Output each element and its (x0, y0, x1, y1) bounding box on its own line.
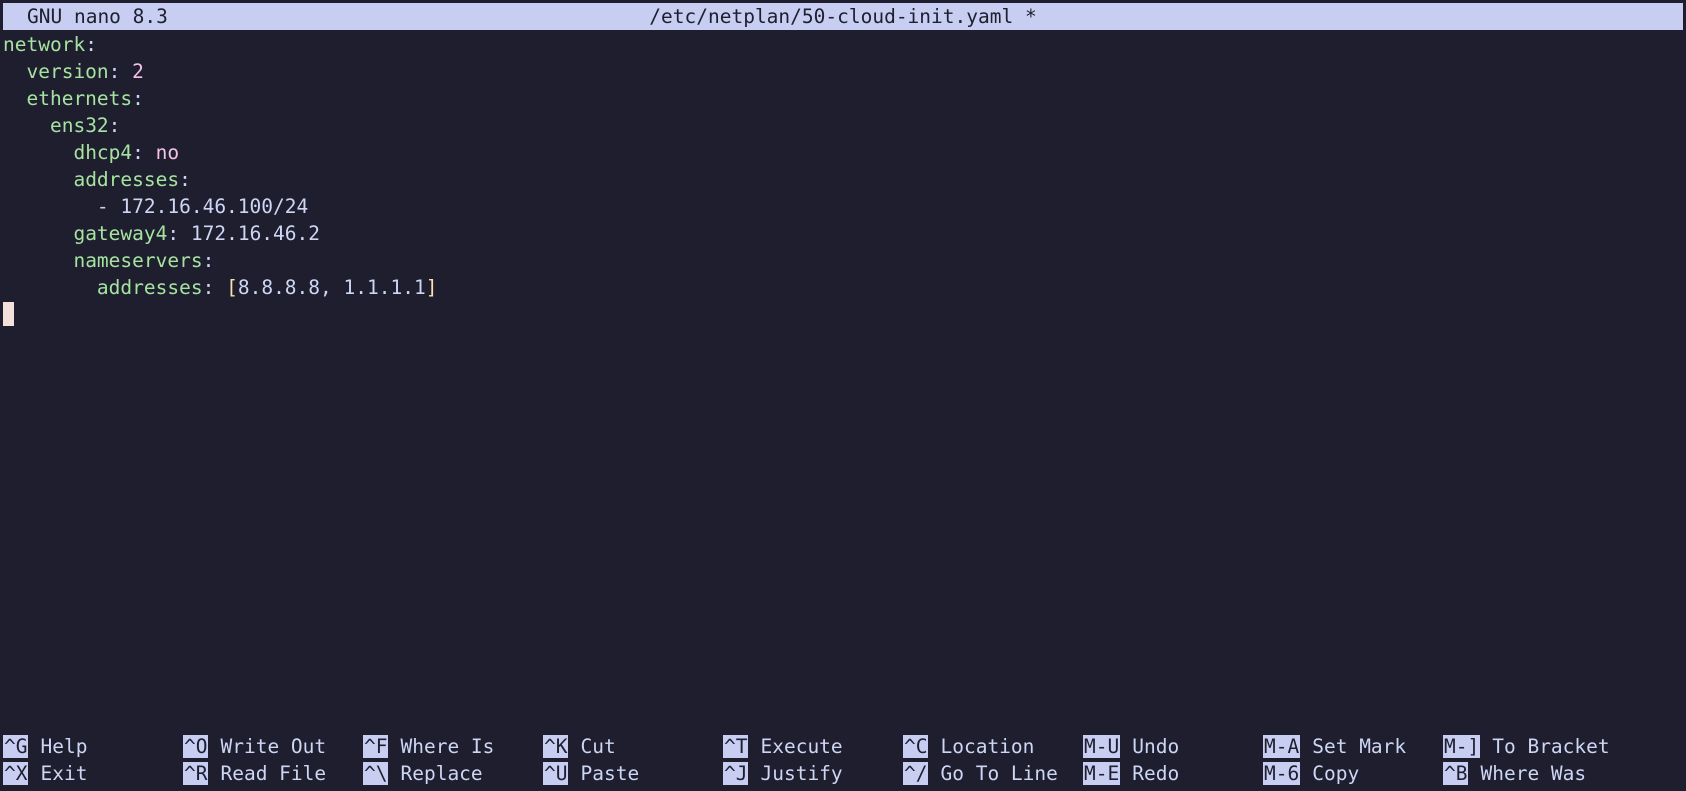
editor-line[interactable]: gateway4: 172.16.46.2 (3, 220, 1683, 247)
shortcut-key: ^X (3, 762, 29, 785)
shortcut-where-is[interactable]: ^F Where Is (363, 733, 494, 760)
yaml-list-item: - 172.16.46.100/24 (96, 195, 309, 218)
shortcut-set-mark[interactable]: M-A Set Mark (1263, 733, 1406, 760)
shortcut-label: Write Out (220, 735, 327, 758)
shortcut-exit[interactable]: ^X Exit (3, 760, 87, 787)
editor-line[interactable]: addresses: (3, 166, 1683, 193)
shortcut-execute[interactable]: ^T Execute (723, 733, 843, 760)
editor-area[interactable]: network: version: 2 ethernets: ens32: dh… (3, 31, 1683, 328)
editor-line[interactable]: network: (3, 31, 1683, 58)
shortcut-key: ^C (903, 735, 929, 758)
shortcut-label: Copy (1312, 762, 1360, 785)
shortcut-key: M-6 (1263, 762, 1301, 785)
shortcut-copy[interactable]: M-6 Copy (1263, 760, 1359, 787)
shortcut-go-to-line[interactable]: ^/ Go To Line (903, 760, 1058, 787)
shortcut-key: ^U (543, 762, 569, 785)
editor-line[interactable]: nameservers: (3, 247, 1683, 274)
open-bracket: [ (226, 276, 238, 299)
shortcut-to-bracket[interactable]: M-] To Bracket (1443, 733, 1610, 760)
shortcut-write-out[interactable]: ^O Write Out (183, 733, 326, 760)
shortcut-row: ^G Help ^O Write Out ^F Where Is ^K Cut ^T Ex… (3, 733, 1683, 760)
shortcut-redo[interactable]: M-E Redo (1083, 760, 1179, 787)
shortcut-key: ^B (1443, 762, 1469, 785)
shortcut-paste[interactable]: ^U Paste (543, 760, 639, 787)
shortcut-label: Replace (400, 762, 483, 785)
shortcut-label: Cut (580, 735, 616, 758)
shortcut-key: ^/ (903, 762, 929, 785)
yaml-key: ethernets (26, 87, 133, 110)
editor-line[interactable]: dhcp4: no (3, 139, 1683, 166)
yaml-value: no (143, 141, 180, 164)
shortcut-label: Help (40, 735, 88, 758)
shortcut-help[interactable]: ^G Help (3, 733, 87, 760)
title-bar: GNU nano 8.3 /etc/netplan/50-cloud-init.… (3, 3, 1683, 30)
shortcut-label: Location (940, 735, 1035, 758)
shortcut-location[interactable]: ^C Location (903, 733, 1034, 760)
shortcut-key: M-U (1083, 735, 1121, 758)
shortcut-key: ^K (543, 735, 569, 758)
editor-line[interactable]: - 172.16.46.100/24 (3, 193, 1683, 220)
shortcut-key: ^G (3, 735, 29, 758)
shortcut-label: Where Was (1480, 762, 1587, 785)
shortcut-key: ^F (363, 735, 389, 758)
shortcut-key: M-] (1443, 735, 1481, 758)
shortcut-label: Exit (40, 762, 88, 785)
yaml-key: nameservers (73, 249, 203, 272)
shortcut-justify[interactable]: ^J Justify (723, 760, 843, 787)
text-cursor (3, 302, 14, 326)
shortcut-label: Go To Line (940, 762, 1058, 785)
shortcut-key: ^R (183, 762, 209, 785)
shortcut-label: Set Mark (1312, 735, 1407, 758)
shortcut-where-was[interactable]: ^B Where Was (1443, 760, 1586, 787)
shortcut-label: Read File (220, 762, 327, 785)
shortcut-undo[interactable]: M-U Undo (1083, 733, 1179, 760)
shortcut-cut[interactable]: ^K Cut (543, 733, 616, 760)
shortcut-label: Execute (760, 735, 843, 758)
shortcut-row: ^X Exit ^R Read File ^\ Replace ^U Paste ^J J… (3, 760, 1683, 787)
file-name: /etc/netplan/50-cloud-init.yaml * (649, 5, 1037, 28)
shortcut-label: Justify (760, 762, 843, 785)
editor-line[interactable] (3, 301, 1683, 328)
close-bracket: ] (425, 276, 438, 299)
shortcut-label: Where Is (400, 735, 495, 758)
shortcut-key: ^J (723, 762, 749, 785)
editor-line[interactable]: addresses: [8.8.8.8, 1.1.1.1] (3, 274, 1683, 301)
shortcut-key: ^O (183, 735, 209, 758)
yaml-value: 2 (120, 60, 144, 83)
yaml-key: dhcp4 (73, 141, 133, 164)
shortcut-replace[interactable]: ^\ Replace (363, 760, 483, 787)
shortcut-label: Undo (1132, 735, 1180, 758)
editor-line[interactable]: version: 2 (3, 58, 1683, 85)
shortcut-key: M-A (1263, 735, 1301, 758)
shortcut-label: To Bracket (1492, 735, 1610, 758)
yaml-key: gateway4 (73, 222, 168, 245)
shortcut-key: ^\ (363, 762, 389, 785)
yaml-key: addresses (96, 276, 203, 299)
yaml-key: ens32 (49, 114, 109, 137)
shortcut-bar: ^G Help ^O Write Out ^F Where Is ^K Cut ^T Ex… (3, 733, 1683, 787)
yaml-flow-list: 8.8.8.8, 1.1.1.1 (237, 276, 426, 299)
shortcut-key: ^T (723, 735, 749, 758)
yaml-key: addresses (73, 168, 180, 191)
yaml-key: network (3, 33, 86, 56)
shortcut-label: Paste (580, 762, 640, 785)
editor-line[interactable]: ethernets: (3, 85, 1683, 112)
yaml-key: version (26, 60, 109, 83)
shortcut-key: M-E (1083, 762, 1121, 785)
editor-line[interactable]: ens32: (3, 112, 1683, 139)
shortcut-read-file[interactable]: ^R Read File (183, 760, 326, 787)
yaml-value: 172.16.46.2 (179, 222, 321, 245)
shortcut-label: Redo (1132, 762, 1180, 785)
